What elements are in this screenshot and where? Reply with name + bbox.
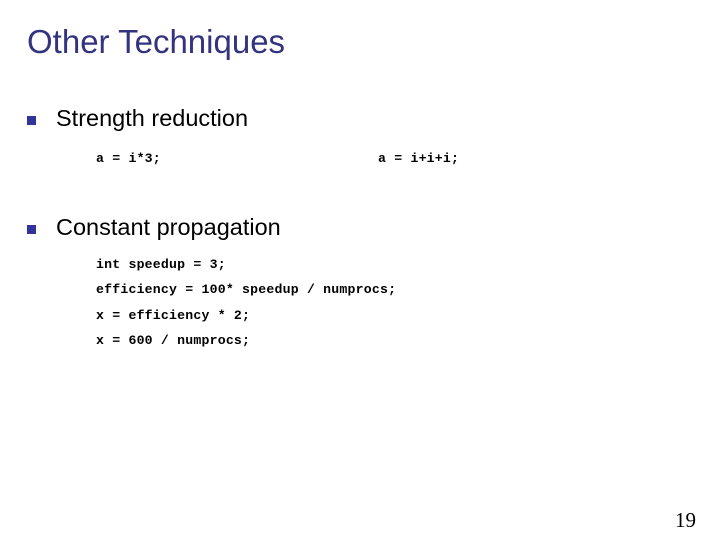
square-bullet-icon [27, 116, 36, 125]
code-line-strength-before: a = i*3; [96, 151, 161, 166]
slide-canvas: Other Techniques Strength reduction a = … [0, 0, 720, 540]
page-number: 19 [675, 508, 696, 532]
code-line-strength-after: a = i+i+i; [378, 151, 460, 166]
bullet-item-label: Strength reduction [56, 105, 249, 131]
code-line: int speedup = 3; [96, 257, 226, 272]
code-line: x = 600 / numprocs; [96, 333, 251, 349]
bullet-item-constant-propagation: Constant propagation [27, 212, 281, 242]
bullet-item-label: Constant propagation [56, 214, 281, 240]
bullet-item-strength-reduction: Strength reduction [27, 103, 248, 133]
square-bullet-icon [27, 225, 36, 234]
code-block-constant-propagation: int speedup = 3; efficiency = 100* speed… [96, 256, 396, 349]
page-title: Other Techniques [27, 23, 286, 60]
code-line: efficiency = 100* speedup / numprocs; [96, 282, 397, 298]
code-line: x = efficiency * 2; [96, 307, 251, 323]
